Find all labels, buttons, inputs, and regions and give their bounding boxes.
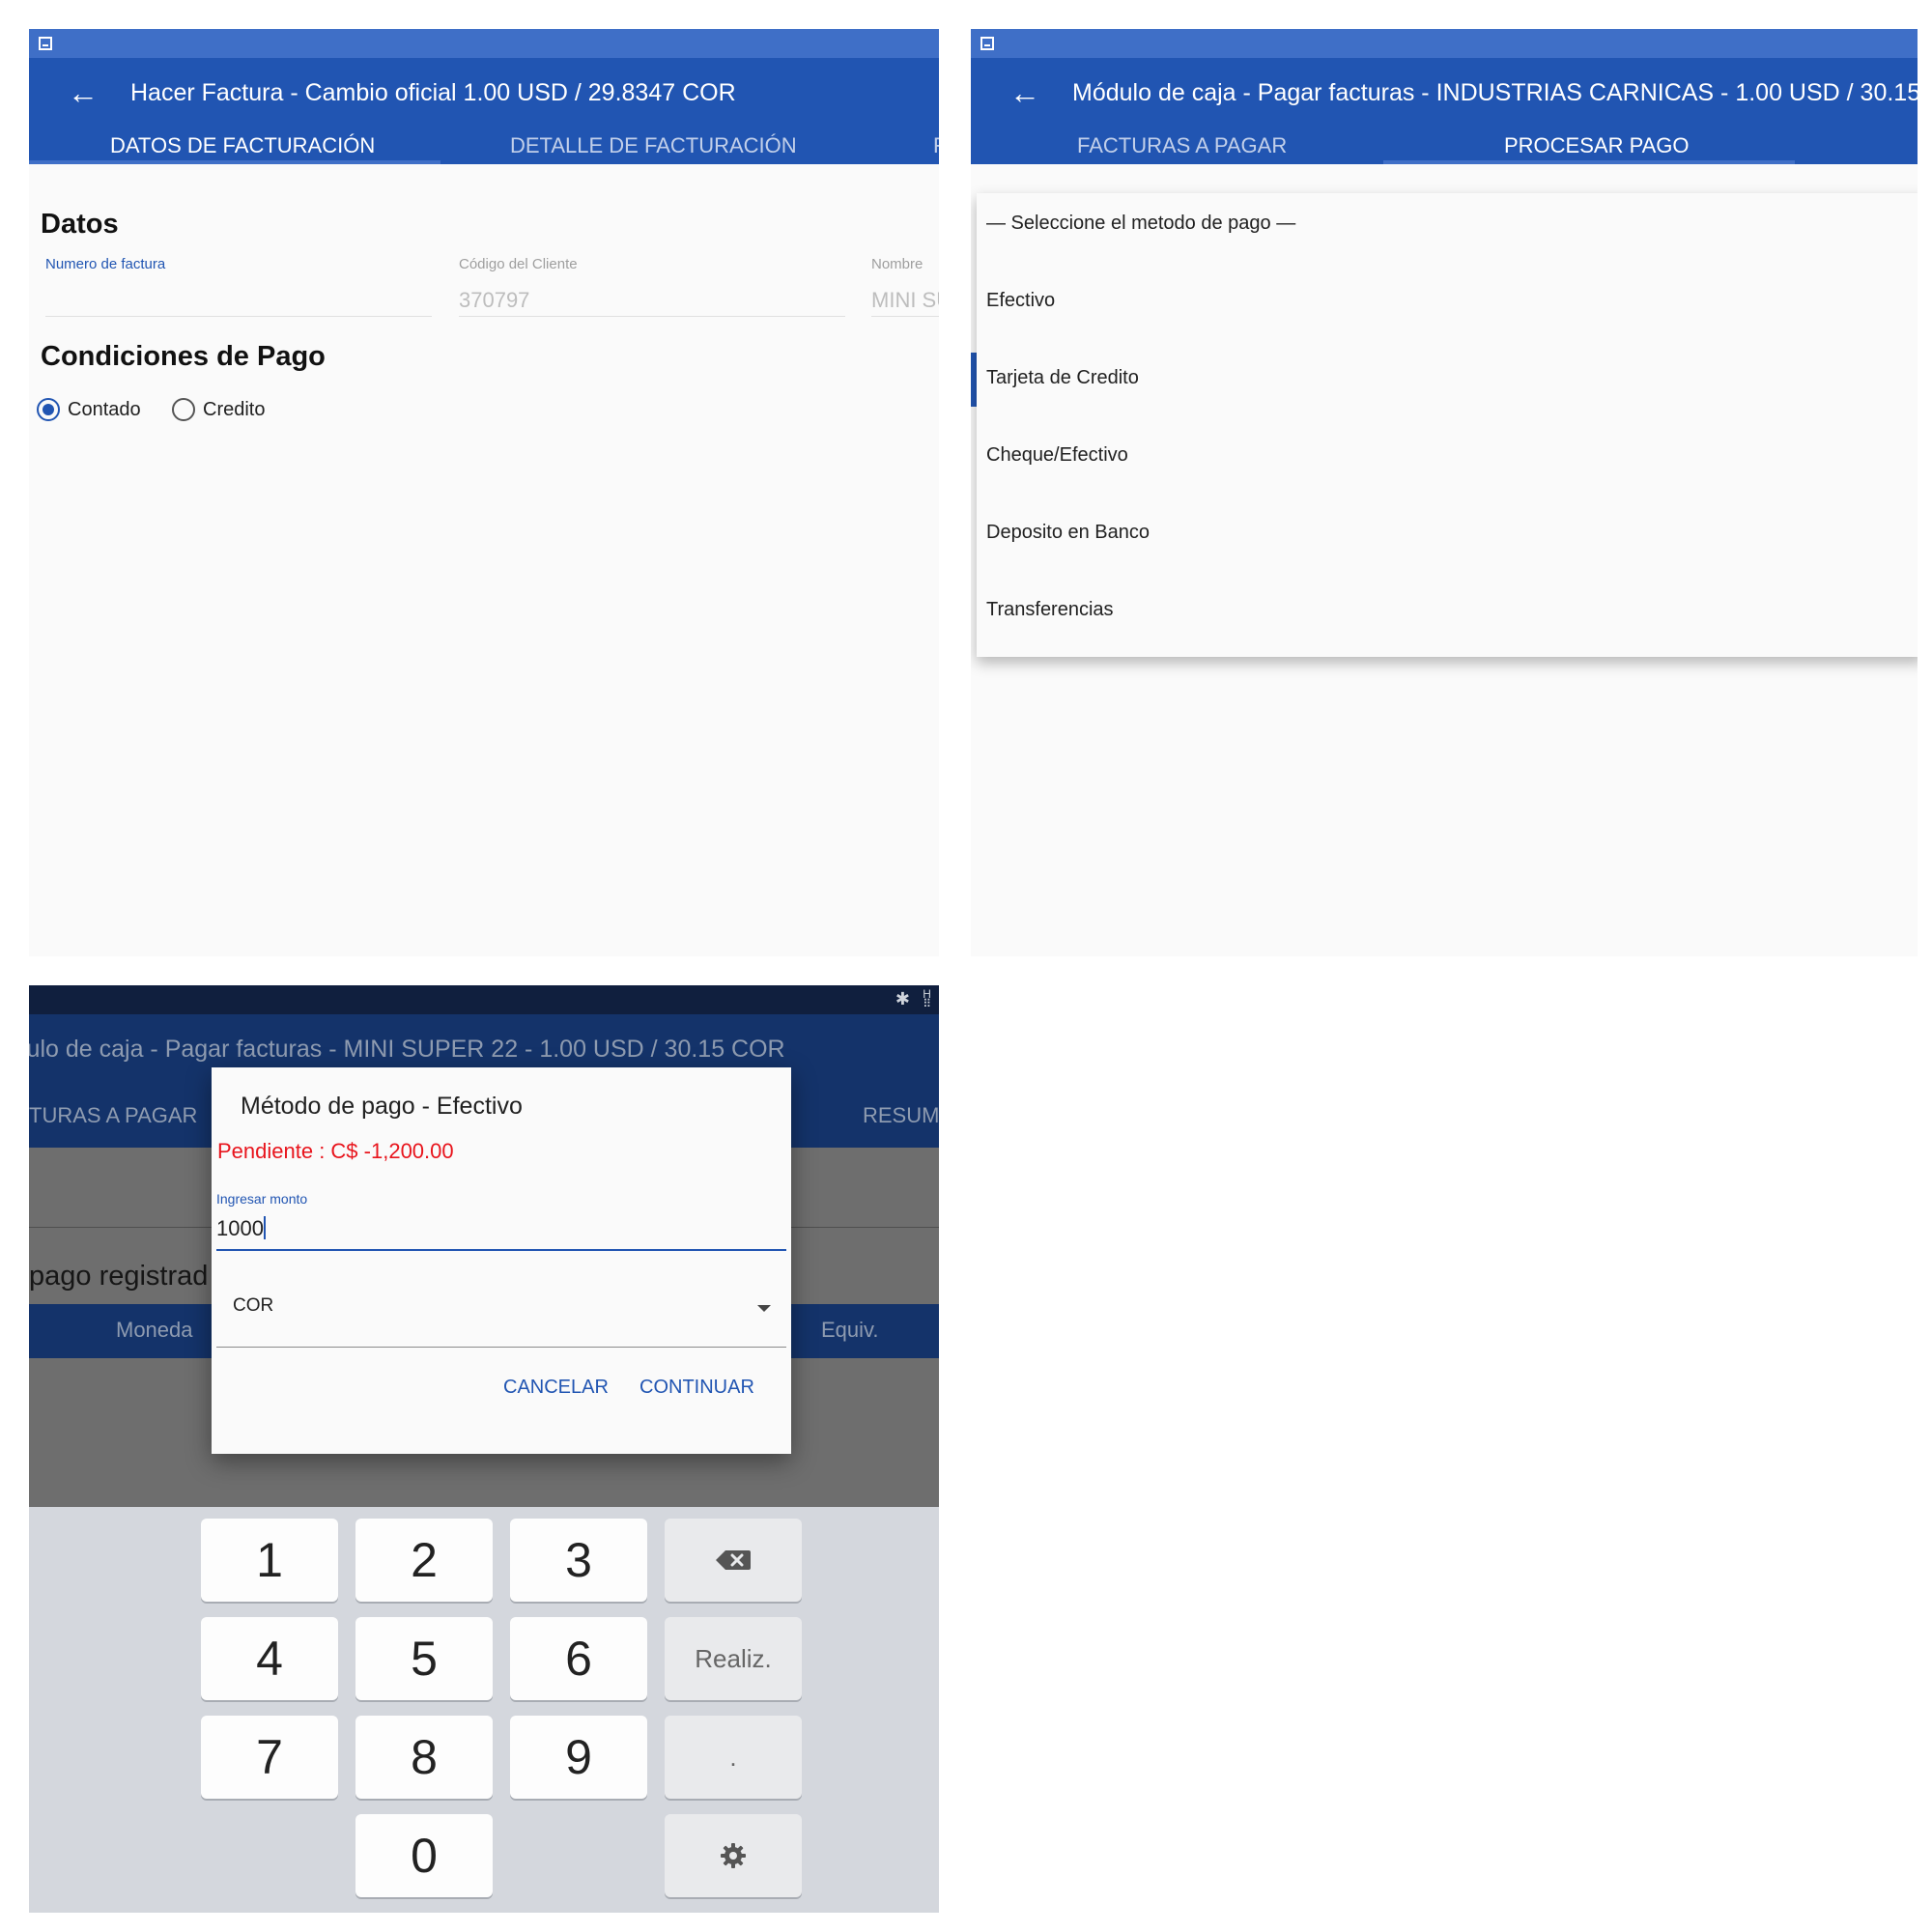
status-bar [971,29,1918,58]
name-underline [871,316,939,317]
key-9[interactable]: 9 [510,1716,647,1799]
key-7[interactable]: 7 [201,1716,338,1799]
screenshot-icon [980,37,994,50]
tab-indicator [29,160,440,164]
status-bar: ✱ H ⠿ [29,985,939,1014]
radio-contado-label[interactable]: Contado [68,399,141,421]
name-label: Nombre [871,256,923,272]
app-title: Módulo de caja - Pagar facturas - INDUST… [1072,79,1918,106]
dialog-title: Método de pago - Efectivo [241,1093,523,1120]
key-1[interactable]: 1 [201,1519,338,1602]
tab-procesar-pago[interactable]: PROCESAR PAGO [1504,133,1690,158]
app-bar: ← Módulo de caja - Pagar facturas - INDU… [971,58,1918,164]
payment-method-dropdown[interactable]: — Seleccione el metodo de pago — Efectiv… [977,193,1918,657]
key-6[interactable]: 6 [510,1617,647,1700]
invoice-number-label: Numero de factura [45,256,166,272]
radio-credito[interactable] [172,398,195,421]
radio-credito-label[interactable]: Credito [203,399,265,421]
continue-button[interactable]: CONTINUAR [639,1377,754,1399]
option-deposito-banco[interactable]: Deposito en Banco [986,522,1150,544]
tab-datos-facturacion[interactable]: DATOS DE FACTURACIÓN [110,133,375,158]
invoice-screen: ← Hacer Factura - Cambio oficial 1.00 US… [29,29,939,956]
tab-indicator [1383,160,1795,164]
client-code-label: Código del Cliente [459,256,578,272]
dot-key[interactable]: . [665,1716,802,1799]
bluetooth-icon: ✱ [895,989,910,1009]
app-title: lulo de caja - Pagar facturas - MINI SUP… [29,1036,785,1063]
amount-input[interactable]: 1000 [216,1212,786,1251]
signal-icon: H ⠿ [923,987,931,1010]
client-code-field[interactable]: 370797 [459,288,845,313]
section-datos: Datos [41,209,119,240]
payments-registered-heading: pago registrad [29,1261,209,1292]
screenshot-icon [39,37,52,50]
done-key[interactable]: Realiz. [665,1617,802,1700]
dropdown-arrow-icon [757,1305,771,1312]
app-title: Hacer Factura - Cambio oficial 1.00 USD … [130,79,736,106]
tab-facturas-a-pagar[interactable]: FACTURAS A PAGAR [1077,133,1287,158]
numeric-keyboard: 1 2 3 4 5 6 Realiz. 7 8 9 . 0 [29,1507,939,1913]
option-cheque-efectivo[interactable]: Cheque/Efectivo [986,444,1128,467]
tab-detalle-facturacion[interactable]: DETALLE DE FACTURACIÓN [510,133,797,158]
client-code-underline [459,316,845,317]
invoice-number-underline [45,316,432,317]
back-arrow-icon[interactable]: ← [68,75,99,111]
pending-amount: Pendiente : C$ -1,200.00 [217,1139,454,1163]
amount-label: Ingresar monto [216,1191,308,1207]
settings-key[interactable] [665,1814,802,1897]
dropdown-placeholder[interactable]: — Seleccione el metodo de pago — [986,213,1295,235]
gear-icon [721,1843,746,1868]
name-field[interactable]: MINI SU [871,288,939,313]
radio-contado[interactable] [37,398,60,421]
option-efectivo[interactable]: Efectivo [986,290,1055,312]
key-5[interactable]: 5 [355,1617,493,1700]
app-bar: ← Hacer Factura - Cambio oficial 1.00 US… [29,58,939,164]
status-bar [29,29,939,58]
currency-select[interactable]: COR [216,1270,786,1348]
cash-payment-dialog-screen: ✱ H ⠿ lulo de caja - Pagar facturas - MIN… [29,985,939,1913]
key-3[interactable]: 3 [510,1519,647,1602]
backspace-key[interactable] [665,1519,802,1602]
cash-module-screen: ← Módulo de caja - Pagar facturas - INDU… [971,29,1918,956]
currency-value: COR [233,1295,274,1316]
tab-facturas-a-pagar: TURAS A PAGAR [29,1103,198,1127]
column-moneda: Moneda [116,1318,193,1342]
section-condiciones-pago: Condiciones de Pago [41,341,326,372]
cancel-button[interactable]: CANCELAR [503,1377,609,1399]
option-transferencias[interactable]: Transferencias [986,599,1114,621]
payment-method-dialog: Método de pago - Efectivo Pendiente : C$… [212,1067,791,1454]
key-0[interactable]: 0 [355,1814,493,1897]
tab-truncated[interactable]: F [933,133,939,158]
key-8[interactable]: 8 [355,1716,493,1799]
back-arrow-icon[interactable]: ← [1009,75,1040,111]
option-tarjeta-credito[interactable]: Tarjeta de Credito [986,367,1139,389]
backspace-icon [716,1550,751,1570]
column-equiv: Equiv. [821,1318,879,1342]
tab-resumen: RESUMI [863,1103,939,1127]
text-caret [263,1216,266,1239]
amount-input-value: 1000 [216,1216,264,1240]
key-2[interactable]: 2 [355,1519,493,1602]
key-4[interactable]: 4 [201,1617,338,1700]
